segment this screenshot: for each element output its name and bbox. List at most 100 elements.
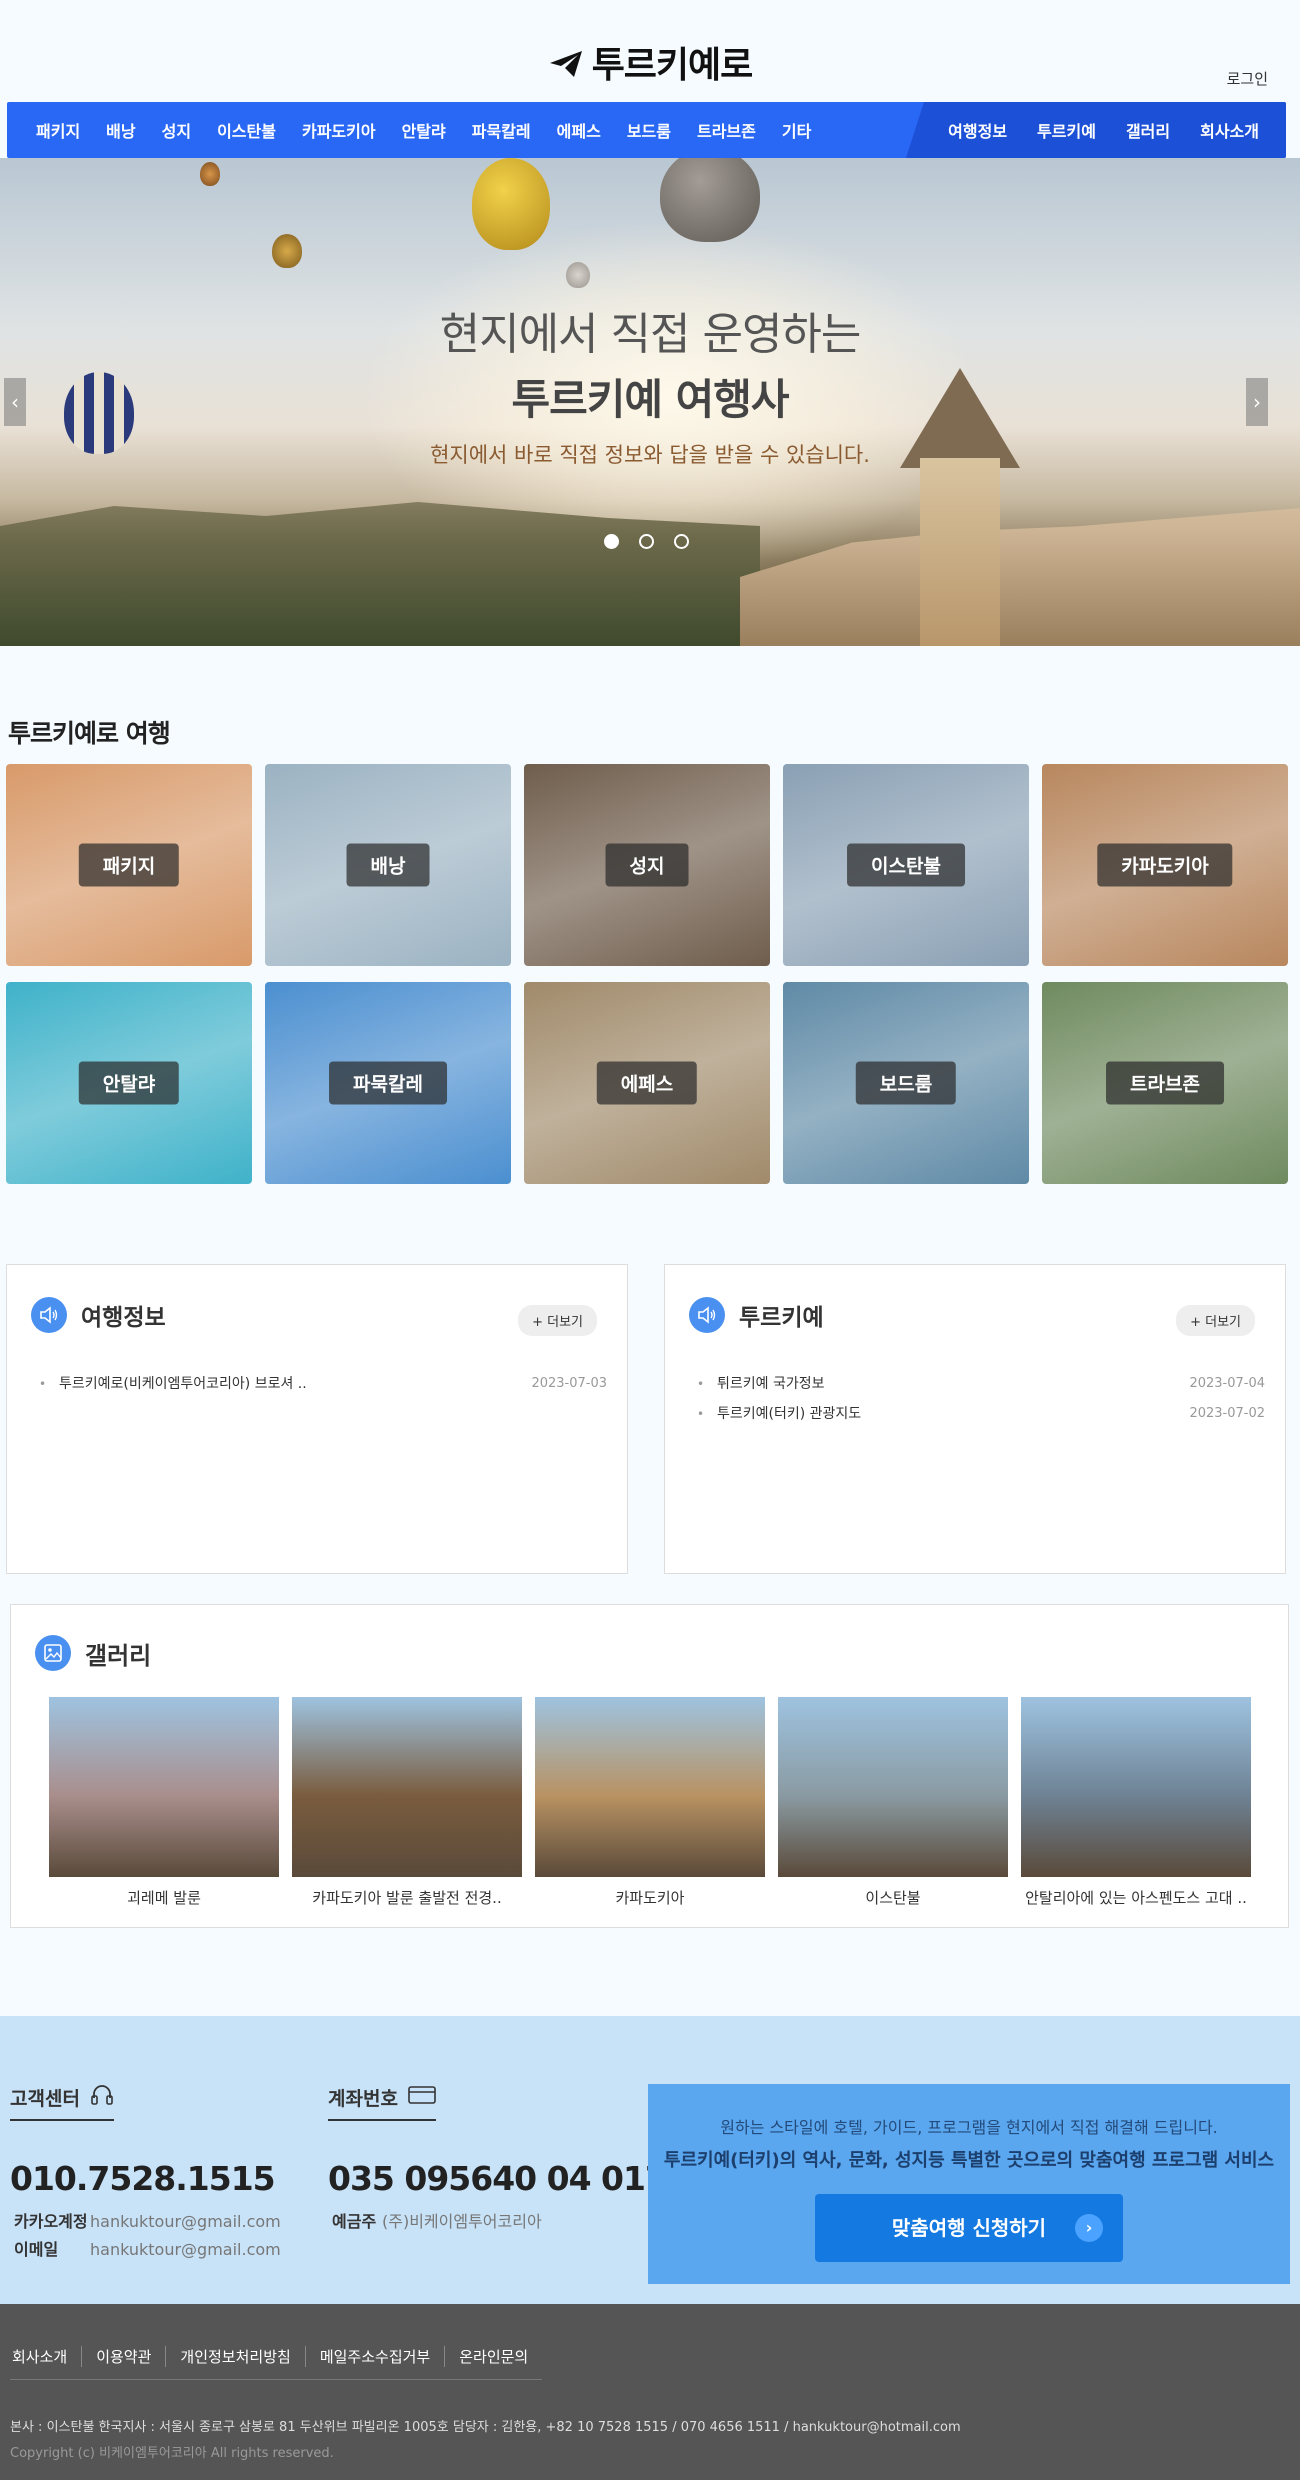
- kakao-label: 카카오계정: [14, 2212, 88, 2231]
- nav-item-cappadocia[interactable]: 카파도키아: [289, 118, 389, 142]
- footer-link-inquiry[interactable]: 온라인문의: [444, 2346, 542, 2367]
- list-item-date: 2023-07-04: [1189, 1376, 1265, 1391]
- main-nav: 패키지 배낭 성지 이스탄불 카파도키아 안탈랴 파묵칼레 에페스 보드룸 트라…: [7, 102, 1286, 158]
- hero-banner: 현지에서 직접 운영하는 투르키예 여행사 현지에서 바로 직접 정보와 답을 …: [0, 158, 1300, 646]
- footer-address: 본사 : 이스탄불 한국지사 : 서울시 종로구 삼봉로 81 두산위브 파빌리…: [10, 2420, 961, 2435]
- footer-link-terms[interactable]: 이용약관: [81, 2346, 165, 2367]
- footer-copyright: Copyright (c) 비케이엠투어코리아 All rights reser…: [10, 2446, 334, 2461]
- list-item-date: 2023-07-03: [531, 1376, 607, 1391]
- list-item-title: 투르키예(터키) 관광지도: [717, 1406, 862, 1422]
- travel-tile-holyland[interactable]: 성지: [524, 764, 770, 966]
- gallery-title: 갤러리: [85, 1641, 152, 1670]
- email-value: hankuktour@gmail.com: [90, 2240, 281, 2259]
- travel-tile-label: 패키지: [78, 843, 180, 887]
- nav-item-istanbul[interactable]: 이스탄불: [204, 118, 289, 142]
- card-icon: [408, 2085, 436, 2110]
- more-button[interactable]: + 더보기: [518, 1305, 597, 1336]
- board-list: 튀르키예 국가정보 2023-07-04 투르키예(터키) 관광지도 2023-07…: [697, 1369, 1265, 1429]
- nav-item-gallery[interactable]: 갤러리: [1111, 118, 1185, 142]
- hero-pagination: [604, 534, 689, 549]
- balloon-image: [200, 162, 220, 186]
- travel-tile-trabzon[interactable]: 트라브존: [1042, 982, 1288, 1184]
- nav-item-turkiye[interactable]: 투르키예: [1022, 118, 1111, 142]
- gallery-item[interactable]: 이스탄불: [778, 1697, 1008, 1908]
- account-number: 035 095640 04 017: [328, 2159, 668, 2198]
- footer-link-privacy[interactable]: 개인정보처리방침: [165, 2346, 304, 2367]
- logo-text: 투르키예로: [591, 45, 754, 86]
- image-icon: [35, 1635, 71, 1671]
- travel-tile-cappadocia[interactable]: 카파도키아: [1042, 764, 1288, 966]
- nav-item-pamukkale[interactable]: 파묵칼레: [459, 118, 544, 142]
- list-item[interactable]: 튀르키예 국가정보 2023-07-04: [697, 1369, 1265, 1399]
- travel-tile-antalya[interactable]: 안탈랴: [6, 982, 252, 1184]
- hero-dot-1[interactable]: [604, 534, 619, 549]
- travel-tile-label: 이스탄불: [847, 843, 965, 887]
- travel-tile-label: 트라브존: [1106, 1061, 1224, 1105]
- nav-item-bodrum[interactable]: 보드룸: [614, 118, 684, 142]
- list-item-date: 2023-07-02: [1189, 1406, 1265, 1421]
- list-item[interactable]: 투르키예로(비케이엠투어코리아) 브로셔 .. 2023-07-03: [39, 1369, 607, 1399]
- gallery-caption: 카파도키아: [615, 1889, 685, 1907]
- gallery-thumbnail: [1021, 1697, 1251, 1877]
- travel-tiles: 패키지 배낭 성지 이스탄불 카파도키아안탈랴 파묵칼레 에페스 보드룸 트라브존: [6, 764, 1288, 1184]
- cs-title: 고객센터: [10, 2088, 80, 2110]
- customer-center: 고객센터 010.7528.1515 카카오계정 hankuktour@gmail…: [10, 2084, 281, 2260]
- gallery-caption: 이스탄불: [865, 1889, 921, 1907]
- chevron-right-icon: ›: [1075, 2214, 1103, 2242]
- contact-section: 고객센터 010.7528.1515 카카오계정 hankuktour@gmail…: [0, 2016, 1300, 2304]
- nav-item-package[interactable]: 패키지: [23, 118, 93, 142]
- footer-link-email-refusal[interactable]: 메일주소수집거부: [304, 2346, 444, 2367]
- account-title: 계좌번호: [328, 2088, 398, 2110]
- holder-label: 예금주: [332, 2212, 377, 2231]
- nav-item-trabzon[interactable]: 트라브존: [684, 118, 769, 142]
- apply-custom-tour-button[interactable]: 맞춤여행 신청하기 ›: [815, 2194, 1123, 2262]
- travel-tile-istanbul[interactable]: 이스탄불: [783, 764, 1029, 966]
- hero-dot-2[interactable]: [639, 534, 654, 549]
- hero-next-button[interactable]: ›: [1246, 378, 1268, 426]
- travel-tile-package[interactable]: 패키지: [6, 764, 252, 966]
- nav-left: 패키지 배낭 성지 이스탄불 카파도키아 안탈랴 파묵칼레 에페스 보드룸 트라…: [23, 102, 824, 158]
- gallery-thumbnail: [49, 1697, 279, 1877]
- list-item[interactable]: 투르키예(터키) 관광지도 2023-07-02: [697, 1399, 1265, 1429]
- list-item-title: 투르키예로(비케이엠투어코리아) 브로셔 ..: [59, 1376, 307, 1392]
- travel-tile-pamukkale[interactable]: 파묵칼레: [265, 982, 511, 1184]
- hero-prev-button[interactable]: ‹: [4, 378, 26, 426]
- speaker-icon: [689, 1297, 725, 1333]
- gallery-item[interactable]: 카파도키아 발룬 출발전 전경..: [292, 1697, 522, 1908]
- cs-phone: 010.7528.1515: [10, 2159, 276, 2198]
- gallery-item[interactable]: 안탈리아에 있는 아스펜도스 고대 ..: [1021, 1697, 1251, 1908]
- gallery-item[interactable]: 괴레메 발룬: [49, 1697, 279, 1908]
- travel-tile-label: 안탈랴: [78, 1061, 180, 1105]
- nav-item-backpacking[interactable]: 배낭: [93, 118, 148, 142]
- site-logo[interactable]: 투르키예로: [0, 36, 1300, 88]
- nav-item-antalya[interactable]: 안탈랴: [389, 118, 459, 142]
- board-turkiye: 투르키예 + 더보기 튀르키예 국가정보 2023-07-04 투르키예(터키) …: [664, 1264, 1286, 1574]
- speaker-icon: [31, 1297, 67, 1333]
- nav-item-ephesus[interactable]: 에페스: [544, 118, 614, 142]
- gallery-caption: 카파도키아 발룬 출발전 전경..: [312, 1889, 502, 1907]
- nav-item-travel-info[interactable]: 여행정보: [933, 118, 1022, 142]
- footer-link-about[interactable]: 회사소개: [10, 2346, 81, 2367]
- nav-right: 여행정보 투르키예 갤러리 회사소개: [933, 102, 1274, 158]
- hero-text: 현지에서 직접 운영하는 투르키예 여행사 현지에서 바로 직접 정보와 답을 …: [0, 298, 1300, 469]
- travel-tile-ephesus[interactable]: 에페스: [524, 982, 770, 1184]
- travel-tile-bodrum[interactable]: 보드룸: [783, 982, 1029, 1184]
- travel-tile-backpacking[interactable]: 배낭: [265, 764, 511, 966]
- galata-tower-image: [920, 458, 1000, 646]
- board-list: 투르키예로(비케이엠투어코리아) 브로셔 .. 2023-07-03: [39, 1369, 607, 1399]
- gallery-thumbnail: [292, 1697, 522, 1877]
- gallery-item[interactable]: 카파도키아: [535, 1697, 765, 1908]
- nav-item-etc[interactable]: 기타: [769, 118, 824, 142]
- nav-item-holyland[interactable]: 성지: [149, 118, 204, 142]
- hero-dot-3[interactable]: [674, 534, 689, 549]
- paper-plane-icon: [548, 47, 584, 88]
- more-button[interactable]: + 더보기: [1176, 1305, 1255, 1336]
- login-link[interactable]: 로그인: [1227, 68, 1268, 89]
- custom-tour-banner: 원하는 스타일에 호텔, 가이드, 프로그램을 현지에서 직접 해결해 드립니다…: [648, 2084, 1290, 2284]
- gallery-section: 갤러리 괴레메 발룬 카파도키아 발룬 출발전 전경.. 카파도키아 이스탄불 안탈리아…: [10, 1604, 1289, 1928]
- gallery-thumbnail: [778, 1697, 1008, 1877]
- nav-item-about[interactable]: 회사소개: [1185, 118, 1274, 142]
- footer-links: 회사소개 이용약관 개인정보처리방침 메일주소수집거부 온라인문의: [10, 2346, 543, 2380]
- hero-headline: 현지에서 직접 운영하는: [439, 309, 862, 360]
- board-title: 여행정보: [81, 1305, 166, 1331]
